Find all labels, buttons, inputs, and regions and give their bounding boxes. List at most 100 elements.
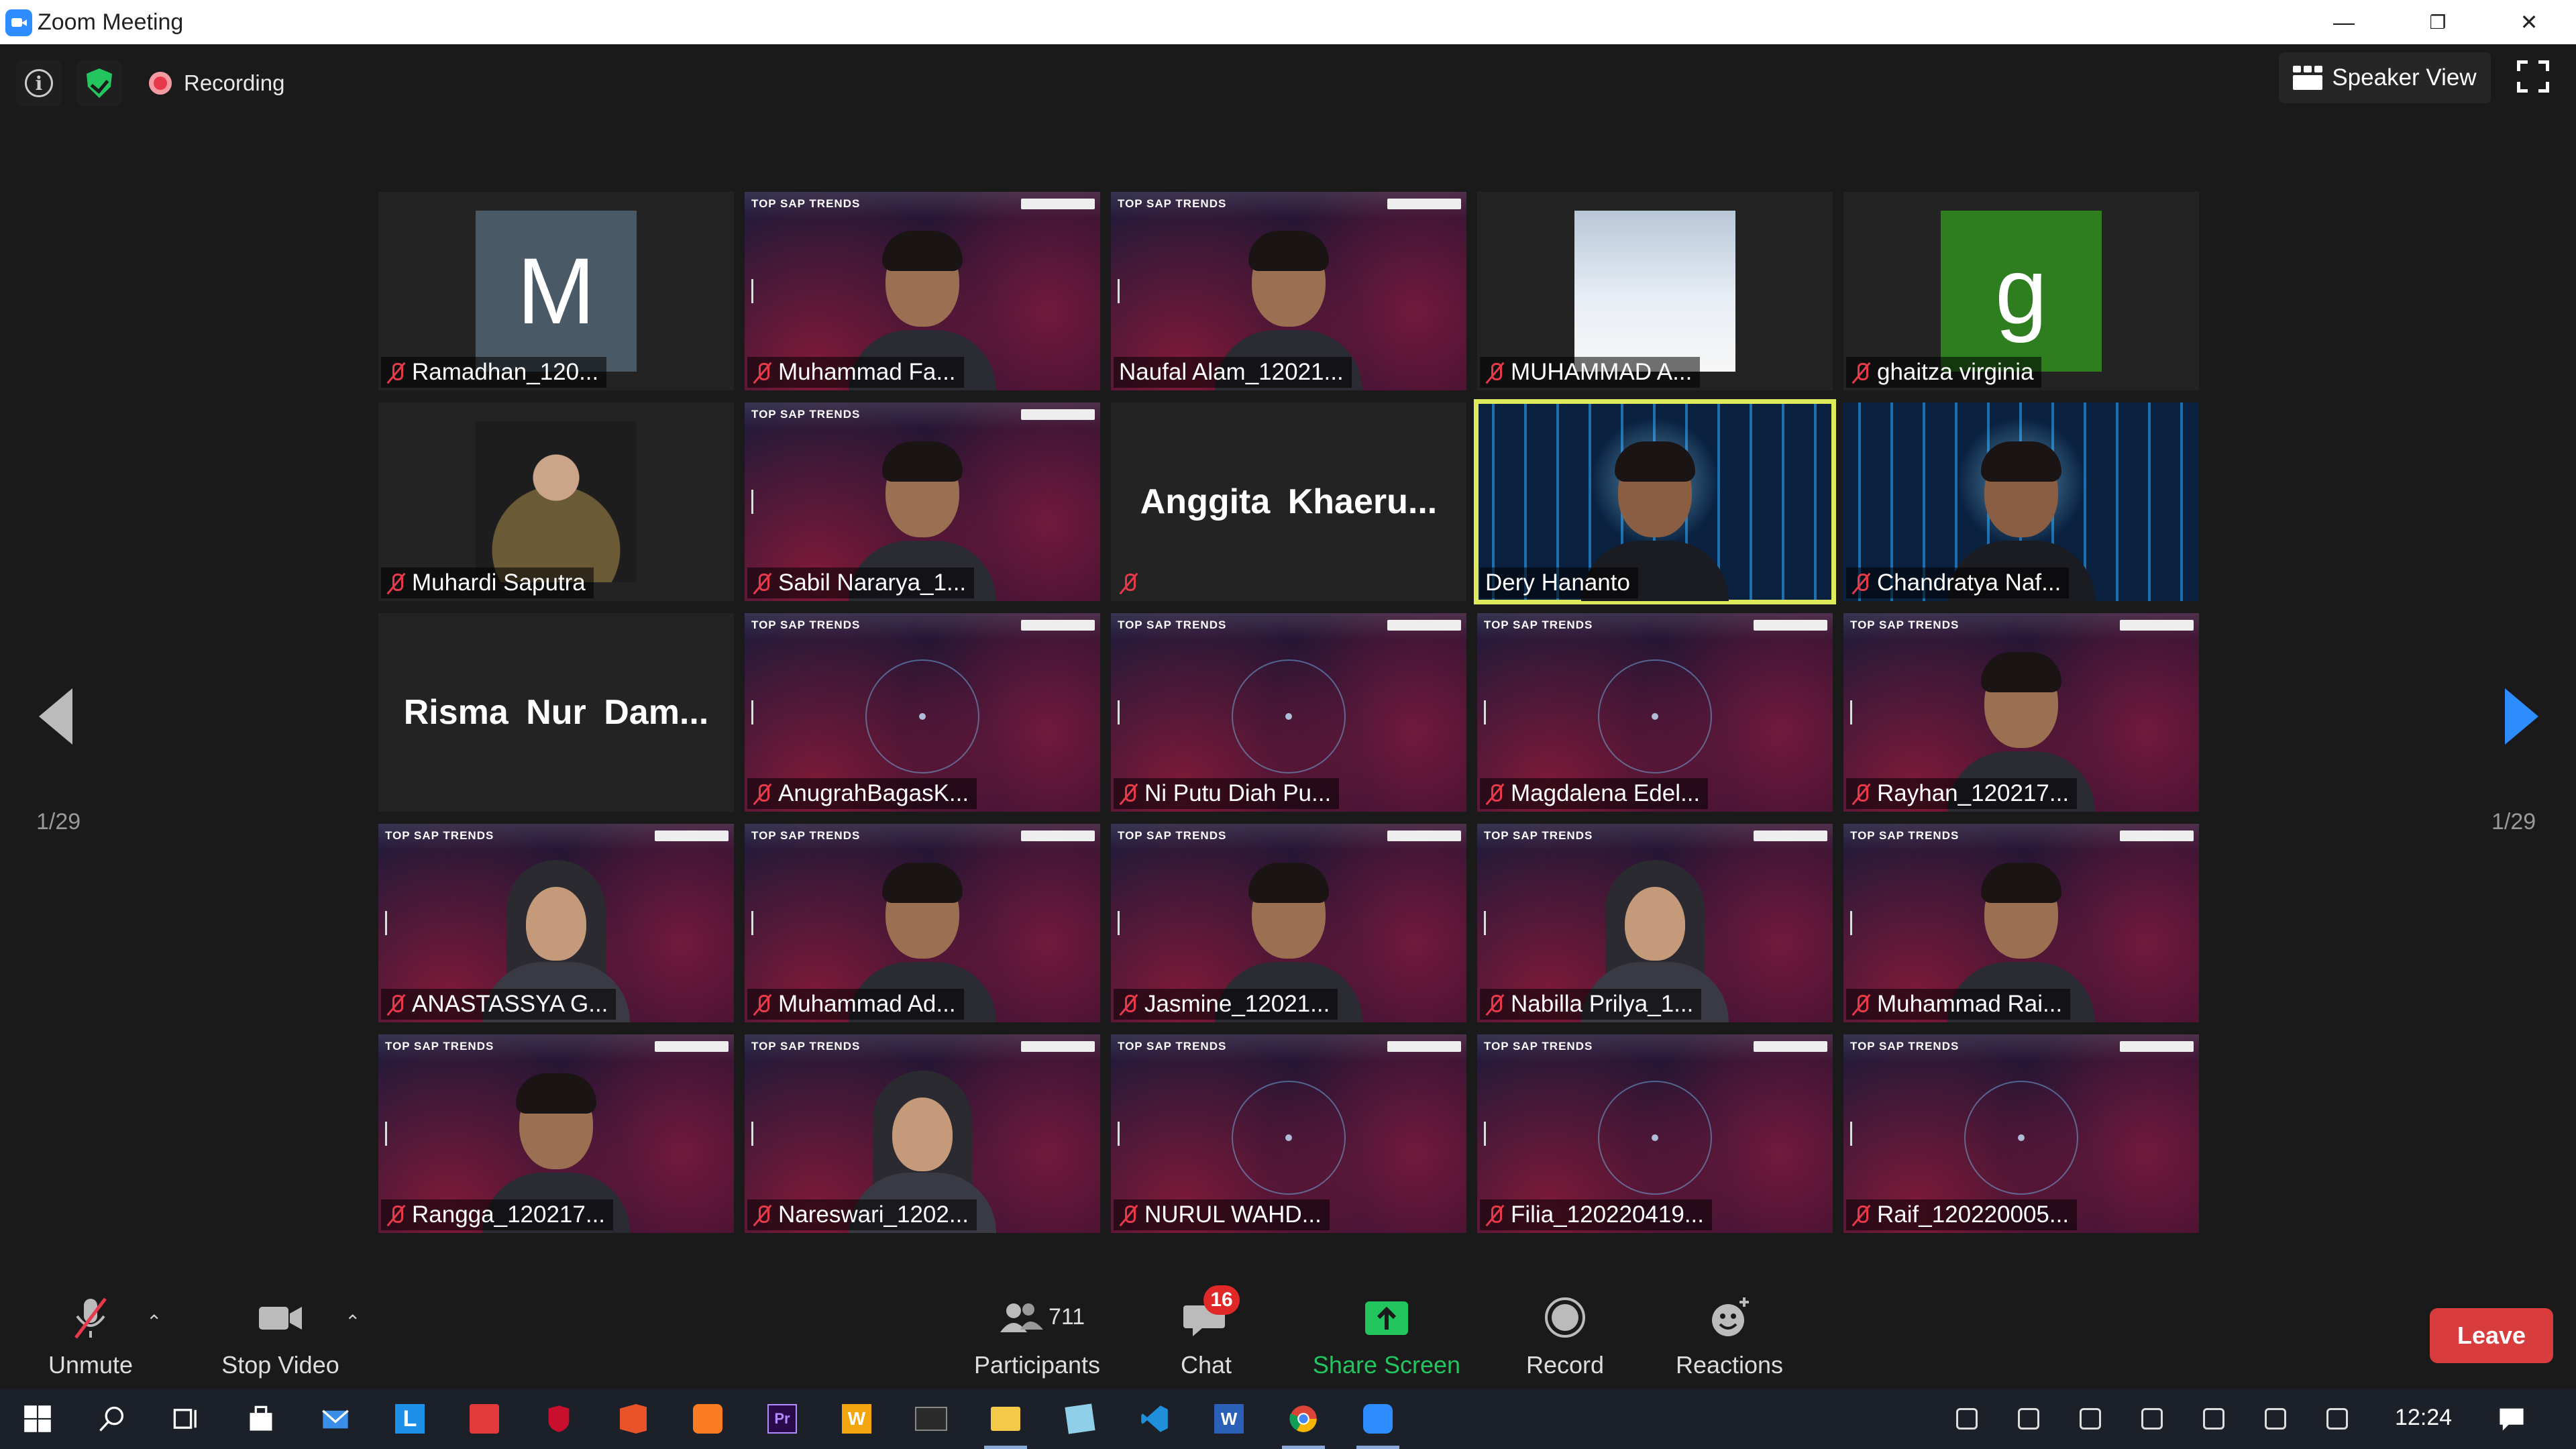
mail-icon[interactable] xyxy=(314,1397,357,1440)
participant-name: NURUL WAHD... xyxy=(1144,1201,1322,1228)
task-view-icon[interactable] xyxy=(165,1397,208,1440)
event-banner-text: TOP SAP TRENDS xyxy=(1484,1040,1593,1053)
tablet-mode-icon[interactable] xyxy=(2069,1397,2112,1440)
banner-side-mark xyxy=(751,700,761,725)
mysql-icon[interactable] xyxy=(910,1397,953,1440)
zoom-icon[interactable] xyxy=(1356,1397,1399,1449)
leave-button[interactable]: Leave xyxy=(2430,1308,2553,1363)
participant-tile[interactable]: TOP SAP TRENDS Rangga_120217... xyxy=(378,1034,734,1233)
notifications-icon[interactable] xyxy=(2490,1397,2533,1440)
mic-muted-icon xyxy=(386,1203,405,1226)
power-plug-icon[interactable] xyxy=(2192,1397,2235,1440)
participant-name-bar: ghaitza virginia xyxy=(1846,357,2042,388)
mic-muted-icon xyxy=(386,361,405,384)
chat-button[interactable]: 16 Chat xyxy=(1152,1285,1260,1389)
onedrive-icon[interactable] xyxy=(2131,1397,2174,1440)
participant-tile[interactable]: Risma Nur Dam... xyxy=(378,613,734,812)
sponsor-logos xyxy=(1387,830,1461,841)
event-banner-text: TOP SAP TRENDS xyxy=(1850,1040,1960,1053)
participant-tile[interactable]: TOP SAP TRENDS Sabil Nararya_1... xyxy=(745,402,1100,601)
wps-icon[interactable]: W xyxy=(835,1397,878,1440)
participant-name-bar: Ni Putu Diah Pu... xyxy=(1114,778,1340,809)
video-camera-icon xyxy=(259,1307,302,1330)
participant-tile[interactable]: Anggita Khaeru... xyxy=(1111,402,1466,601)
event-banner-text: TOP SAP TRENDS xyxy=(1118,197,1227,210)
participant-tile[interactable]: TOP SAP TRENDS NURUL WAHD... xyxy=(1111,1034,1466,1233)
participant-tile[interactable]: TOP SAP TRENDS Muhammad Ad... xyxy=(745,824,1100,1022)
participant-tile[interactable]: Dery Hananto xyxy=(1474,399,1836,604)
file-explorer-icon[interactable] xyxy=(984,1397,1027,1449)
taskbar-clock[interactable]: 12:24 xyxy=(2395,1405,2452,1431)
window-title: Zoom Meeting xyxy=(38,9,184,35)
participant-tile[interactable]: TOP SAP TRENDS Magdalena Edel... xyxy=(1477,613,1833,812)
sponsor-logos xyxy=(1754,1041,1827,1052)
windows-icon[interactable] xyxy=(16,1397,59,1440)
premiere-icon[interactable]: Pr xyxy=(761,1397,804,1440)
red-app-icon[interactable] xyxy=(463,1397,506,1440)
record-icon xyxy=(1545,1297,1585,1338)
participant-tile[interactable]: TOP SAP TRENDS Filia_120220419... xyxy=(1477,1034,1833,1233)
xampp-icon[interactable] xyxy=(686,1397,729,1440)
participants-icon-group: 711 xyxy=(987,1291,1087,1344)
participant-tile[interactable]: TOP SAP TRENDS Raif_120220005... xyxy=(1843,1034,2199,1233)
unmute-button[interactable]: Unmute xyxy=(40,1285,141,1389)
word-icon[interactable]: W xyxy=(1208,1397,1250,1440)
participant-tile[interactable]: TOP SAP TRENDS Muhammad Fa... xyxy=(745,192,1100,390)
video-options-caret-icon[interactable]: ⌃ xyxy=(345,1311,360,1333)
participant-tile[interactable]: TOP SAP TRENDS Rayhan_120217... xyxy=(1843,613,2199,812)
participant-tile[interactable]: TOP SAP TRENDS Nareswari_1202... xyxy=(745,1034,1100,1233)
participant-name-bar: Rayhan_120217... xyxy=(1846,778,2078,809)
security-button[interactable] xyxy=(76,60,122,106)
meeting-toolbar: Unmute ⌃ Stop Video ⌃ 711 Participants 1… xyxy=(0,1285,2576,1389)
next-page-arrow-icon[interactable] xyxy=(2505,688,2538,745)
participant-tile[interactable]: TOP SAP TRENDS Naufal Alam_12021... xyxy=(1111,192,1466,390)
notes-icon[interactable] xyxy=(1059,1397,1102,1440)
share-screen-button[interactable]: Share Screen xyxy=(1309,1285,1464,1389)
record-button[interactable]: Record xyxy=(1515,1285,1615,1389)
participant-tile[interactable]: TOP SAP TRENDS Nabilla Prilya_1... xyxy=(1477,824,1833,1022)
vscode-icon[interactable] xyxy=(1133,1397,1176,1440)
minimize-button[interactable]: — xyxy=(2297,0,2391,44)
sponsor-logos xyxy=(1387,1041,1461,1052)
participant-name: Jasmine_12021... xyxy=(1144,991,1330,1017)
participant-tile[interactable]: TOP SAP TRENDS Ni Putu Diah Pu... xyxy=(1111,613,1466,812)
speaker-view-label: Speaker View xyxy=(2332,64,2477,91)
meeting-info-button[interactable]: i xyxy=(16,60,62,106)
store-icon[interactable] xyxy=(239,1397,282,1440)
participant-tile[interactable]: g ghaitza virginia xyxy=(1843,192,2199,390)
office-icon[interactable] xyxy=(612,1397,655,1440)
participant-tile[interactable]: TOP SAP TRENDS ANASTASSYA G... xyxy=(378,824,734,1022)
microphone-icon[interactable] xyxy=(2007,1397,2050,1440)
mic-muted-icon xyxy=(74,1297,107,1339)
mic-muted-icon xyxy=(386,993,405,1016)
participant-tile[interactable]: TOP SAP TRENDS Muhammad Rai... xyxy=(1843,824,2199,1022)
record-label: Record xyxy=(1525,1351,1605,1379)
l-app-icon[interactable]: L xyxy=(388,1397,431,1440)
participants-label: Participants xyxy=(973,1351,1101,1379)
previous-page-arrow-icon[interactable] xyxy=(39,688,72,745)
chrome-icon[interactable] xyxy=(1282,1397,1325,1449)
participants-button[interactable]: 711 Participants xyxy=(966,1285,1108,1389)
chevron-up-icon[interactable] xyxy=(1945,1397,1988,1440)
volume-icon[interactable] xyxy=(2254,1397,2297,1440)
sponsor-logos xyxy=(2120,1041,2194,1052)
mic-muted-icon xyxy=(1485,993,1504,1016)
participant-tile[interactable]: M Ramadhan_120... xyxy=(378,192,734,390)
mcafee-icon[interactable] xyxy=(537,1397,580,1440)
reactions-button[interactable]: Reactions xyxy=(1662,1285,1796,1389)
participant-tile[interactable]: MUHAMMAD A... xyxy=(1477,192,1833,390)
participant-tile[interactable]: Muhardi Saputra xyxy=(378,402,734,601)
participant-tile[interactable]: TOP SAP TRENDS AnugrahBagasK... xyxy=(745,613,1100,812)
fullscreen-icon[interactable] xyxy=(2517,60,2549,93)
participant-tile[interactable]: TOP SAP TRENDS Jasmine_12021... xyxy=(1111,824,1466,1022)
audio-options-caret-icon[interactable]: ⌃ xyxy=(146,1311,162,1333)
restore-button[interactable]: ❐ xyxy=(2391,0,2485,44)
stop-video-button[interactable]: Stop Video xyxy=(213,1285,347,1389)
banner-side-mark xyxy=(751,911,761,936)
mic-muted-icon xyxy=(1851,993,1870,1016)
close-button[interactable]: ✕ xyxy=(2482,0,2576,44)
participant-tile[interactable]: Chandratya Naf... xyxy=(1843,402,2199,601)
speaker-view-button[interactable]: Speaker View xyxy=(2279,52,2491,103)
pen-icon[interactable] xyxy=(2316,1397,2359,1440)
search-icon[interactable] xyxy=(91,1397,133,1440)
